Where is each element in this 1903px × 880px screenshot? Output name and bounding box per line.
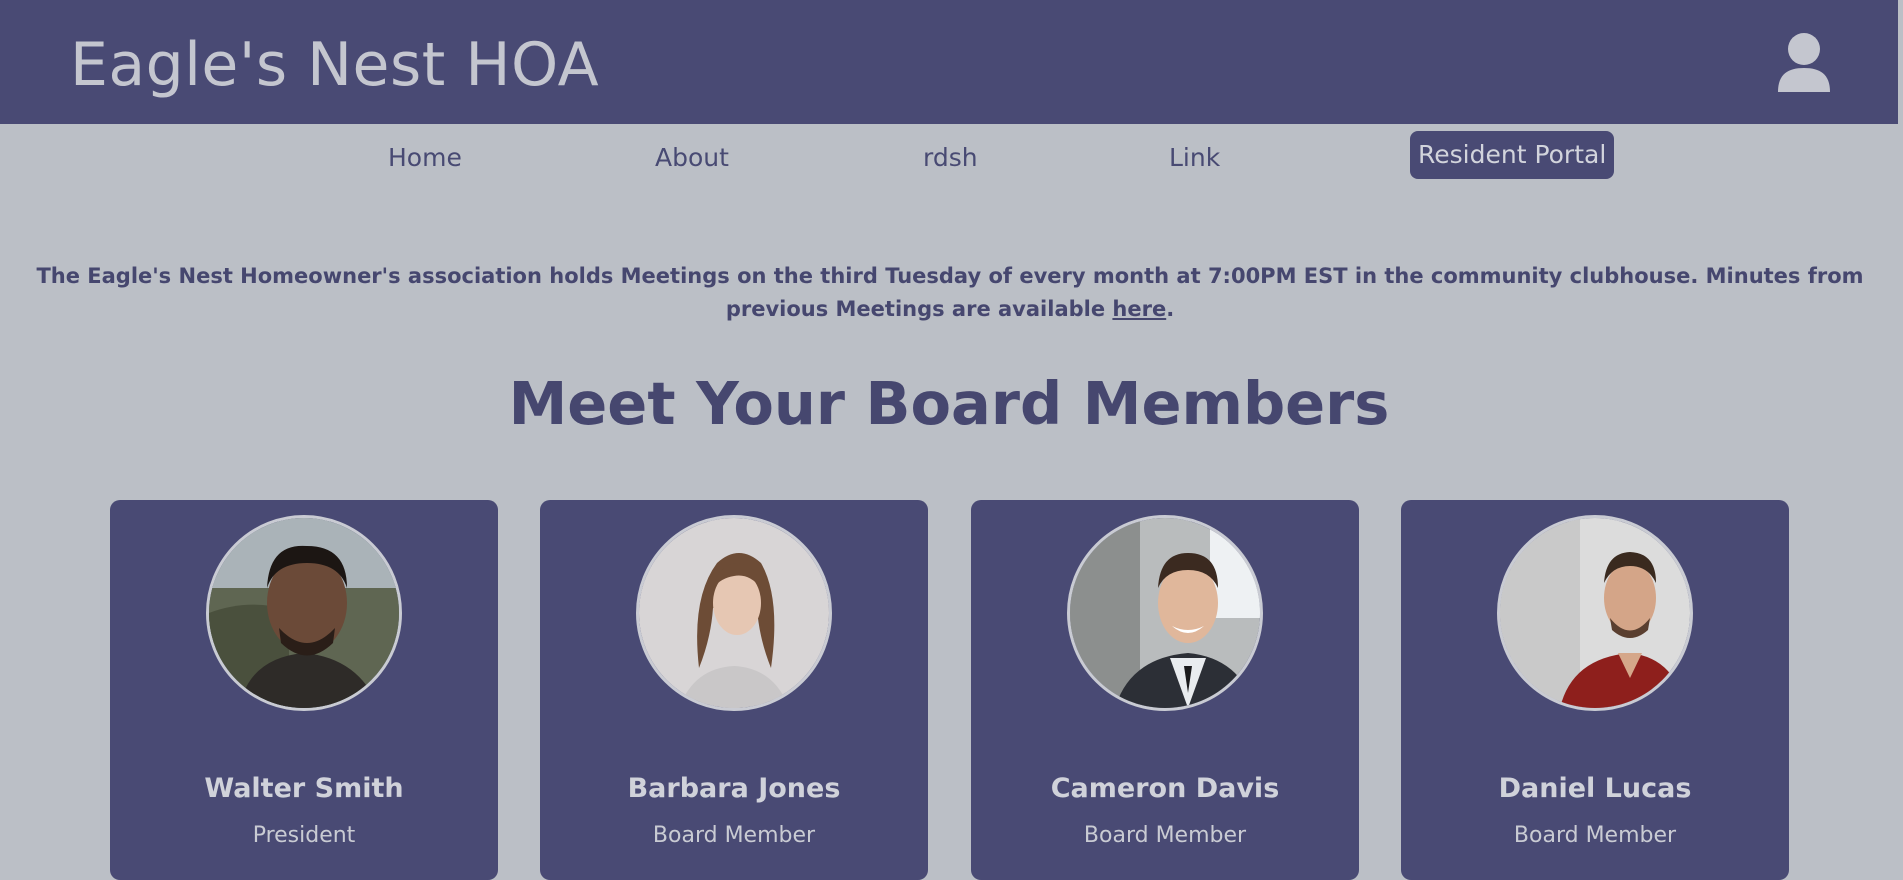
minutes-link[interactable]: here xyxy=(1112,297,1166,321)
member-name: Barbara Jones xyxy=(627,773,841,804)
board-member-card: Walter Smith President xyxy=(110,500,498,880)
resident-portal-button[interactable]: Resident Portal xyxy=(1410,131,1615,179)
board-section-title: Meet Your Board Members xyxy=(508,369,1390,438)
member-name: Walter Smith xyxy=(204,773,404,804)
nav-item-home[interactable]: Home xyxy=(388,143,462,173)
member-photo xyxy=(206,515,402,711)
meeting-notice-text: The Eagle's Nest Homeowner's association… xyxy=(36,264,1864,321)
member-photo xyxy=(636,515,832,711)
member-role: President xyxy=(252,823,356,848)
meeting-notice-end: . xyxy=(1166,297,1175,321)
member-name: Cameron Davis xyxy=(1050,773,1280,804)
main-nav: Home About rdsh Link Resident Portal xyxy=(0,124,1898,190)
nav-item-about[interactable]: About xyxy=(655,143,729,173)
member-role: Board Member xyxy=(652,823,816,848)
member-role: Board Member xyxy=(1083,823,1247,848)
nav-item-link[interactable]: Link xyxy=(1169,143,1220,173)
board-member-card: Cameron Davis Board Member xyxy=(971,500,1359,880)
member-name: Daniel Lucas xyxy=(1498,773,1692,804)
site-title: Eagle's Nest HOA xyxy=(70,30,600,100)
member-photo xyxy=(1067,515,1263,711)
board-member-card: Daniel Lucas Board Member xyxy=(1401,500,1789,880)
site-header: Eagle's Nest HOA xyxy=(0,0,1898,124)
user-account-icon[interactable] xyxy=(1776,32,1832,94)
member-photo xyxy=(1497,515,1693,711)
member-role: Board Member xyxy=(1513,823,1677,848)
meeting-notice: The Eagle's Nest Homeowner's association… xyxy=(20,260,1880,326)
page-scrollbar[interactable] xyxy=(1898,0,1903,862)
board-member-card: Barbara Jones Board Member xyxy=(540,500,928,880)
nav-item-rdsh[interactable]: rdsh xyxy=(923,143,978,173)
